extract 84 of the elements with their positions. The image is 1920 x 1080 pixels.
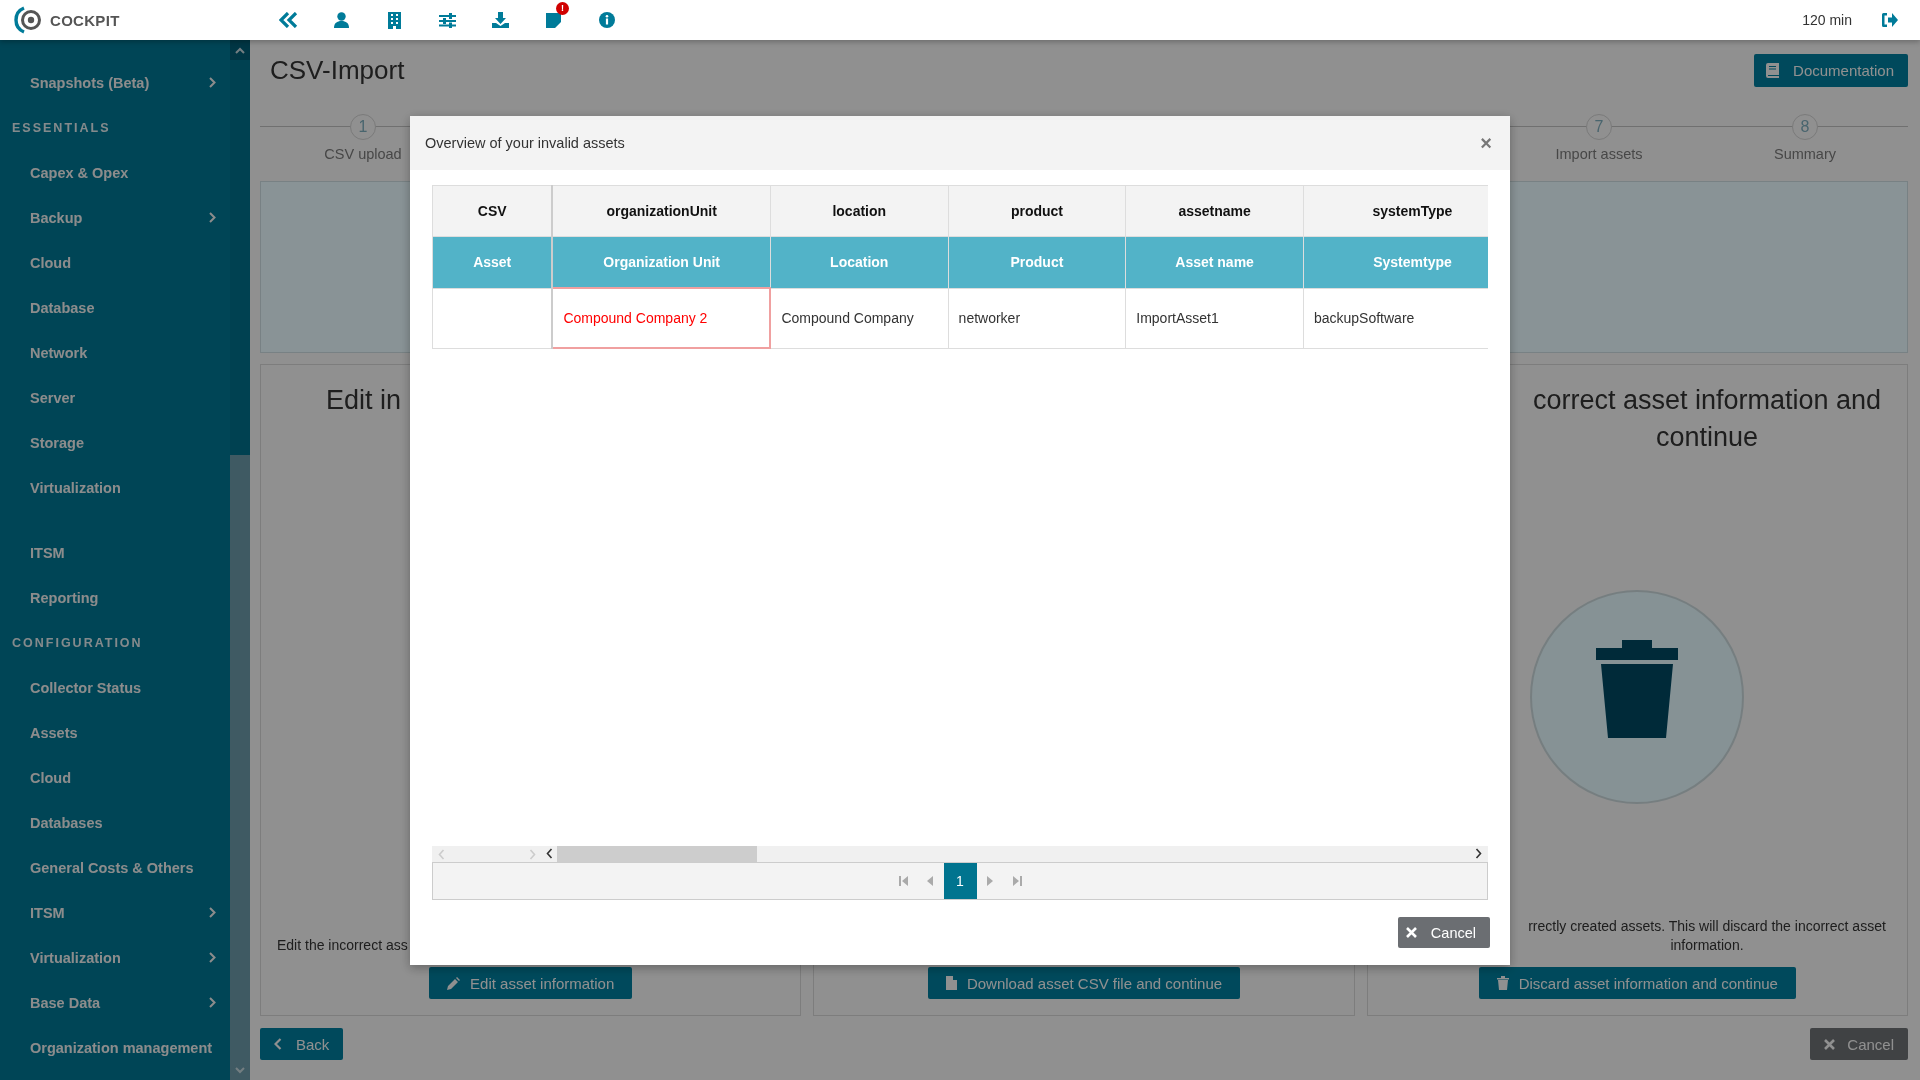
sidebar-item[interactable]: Cloud xyxy=(0,755,230,800)
building-icon[interactable] xyxy=(388,11,401,29)
scroll-left-icon[interactable] xyxy=(546,848,553,859)
sidebar-item[interactable]: Snapshots (Beta) xyxy=(0,60,230,105)
sidebar-item[interactable]: Assets xyxy=(0,710,230,755)
sidebar-item[interactable]: Virtualization xyxy=(0,935,230,980)
column-header[interactable]: Product xyxy=(948,236,1126,288)
column-header[interactable]: assetname xyxy=(1125,185,1304,237)
sliders-icon[interactable] xyxy=(439,12,456,28)
documentation-button[interactable]: Documentation xyxy=(1754,53,1908,87)
table-cell: networker xyxy=(948,288,1126,348)
column-header[interactable]: Organization Unit xyxy=(552,236,771,288)
invalid-table-cell: Compound Company 2 xyxy=(552,288,771,348)
info-icon[interactable] xyxy=(598,12,615,28)
sidebar-item[interactable]: Reporting xyxy=(0,575,230,620)
modal-title: Overview of your invalid assets xyxy=(425,135,625,151)
sidebar-section-heading: CONFIGURATION xyxy=(11,634,144,652)
close-icon xyxy=(1405,927,1417,938)
user-icon[interactable] xyxy=(334,12,349,28)
book-icon xyxy=(1766,62,1780,78)
sidebar-item[interactable]: General Costs & Others xyxy=(0,845,230,890)
scroll-right-icon[interactable] xyxy=(1475,848,1482,859)
sidebar-item[interactable]: Server xyxy=(0,375,230,420)
close-icon xyxy=(1824,1038,1836,1050)
logout-icon[interactable] xyxy=(1882,13,1898,27)
page-button[interactable]: 1 xyxy=(943,863,977,899)
sidebar-item[interactable]: ITSM xyxy=(0,530,230,575)
column-header[interactable]: CSV xyxy=(432,185,553,237)
column-header[interactable]: product xyxy=(948,185,1126,237)
sidebar-item[interactable]: Storage xyxy=(0,420,230,465)
option-description: Edit the incorrect ass xyxy=(276,936,408,955)
table-cell: Compound Company xyxy=(770,288,949,348)
option-button[interactable]: Edit asset information xyxy=(429,967,633,999)
option-button[interactable]: Discard asset information and continue xyxy=(1478,967,1796,999)
step-label: Import assets xyxy=(1555,146,1643,162)
logo-icon xyxy=(14,5,44,35)
sidebar-item[interactable]: Database xyxy=(0,285,230,330)
notification-badge: ! xyxy=(556,1,569,15)
step-number: 1 xyxy=(350,114,376,140)
trash-icon xyxy=(1496,976,1509,990)
note-icon[interactable] xyxy=(546,12,561,28)
chevron-left-icon xyxy=(274,1038,282,1050)
column-header[interactable]: Location xyxy=(770,236,949,288)
option-button[interactable]: Download asset CSV file and continue xyxy=(927,967,1241,999)
sidebar-item[interactable]: Organization management xyxy=(0,1025,230,1070)
sidebar-item[interactable]: Backup xyxy=(0,195,230,240)
file-icon xyxy=(945,976,957,990)
step-number: 8 xyxy=(1792,114,1818,140)
sidebar-item[interactable]: Virtualization xyxy=(0,465,230,510)
table-cell: ImportAsset1 xyxy=(1125,288,1304,348)
step-label: Summary xyxy=(1773,146,1836,162)
close-button[interactable]: × xyxy=(1480,131,1492,155)
sidebar-item[interactable]: Base Data xyxy=(0,980,230,1025)
sidebar-item[interactable]: Collector Status xyxy=(0,665,230,710)
option-title: correct asset information and continue xyxy=(1531,384,1883,454)
page-title: CSV-Import xyxy=(270,54,405,86)
session-time: 120 min xyxy=(1802,12,1852,28)
sidebar-item[interactable]: Network xyxy=(0,330,230,375)
column-header[interactable]: Systemtype xyxy=(1303,236,1488,288)
step-label: CSV upload xyxy=(324,146,402,162)
sidebar-item[interactable]: ITSM xyxy=(0,890,230,935)
sidebar-section-heading: ESSENTIALS xyxy=(11,119,112,137)
column-header[interactable]: Asset name xyxy=(1125,236,1304,288)
step-number: 7 xyxy=(1586,114,1612,140)
back-button[interactable]: Back xyxy=(260,1028,344,1060)
scrollbar-thumb[interactable] xyxy=(230,455,250,1060)
double-chevron-left-icon[interactable] xyxy=(278,12,299,28)
app-name: COCKPIT xyxy=(50,11,120,29)
sidebar-item[interactable]: Cloud xyxy=(0,240,230,285)
sidebar-item[interactable]: Capex & Opex xyxy=(0,150,230,195)
column-header[interactable]: systemType xyxy=(1303,185,1488,237)
cancel-button[interactable]: Cancel xyxy=(1397,917,1490,948)
pencil-icon xyxy=(447,976,461,990)
option-description: rrectly created assets. This will discard the incorrect asset information. xyxy=(1527,917,1887,955)
trash-circle-icon xyxy=(1528,587,1747,806)
option-title: Edit in xyxy=(325,384,402,417)
download-icon[interactable] xyxy=(492,12,509,28)
column-header[interactable]: organizationUnit xyxy=(552,185,771,237)
column-header[interactable]: Asset xyxy=(432,236,553,288)
column-header[interactable]: location xyxy=(770,185,949,237)
sidebar-item[interactable]: Databases xyxy=(0,800,230,845)
cancel-button[interactable]: Cancel xyxy=(1810,1028,1908,1060)
scroll-up-icon[interactable] xyxy=(235,46,245,54)
scrollbar-thumb[interactable] xyxy=(557,846,757,862)
